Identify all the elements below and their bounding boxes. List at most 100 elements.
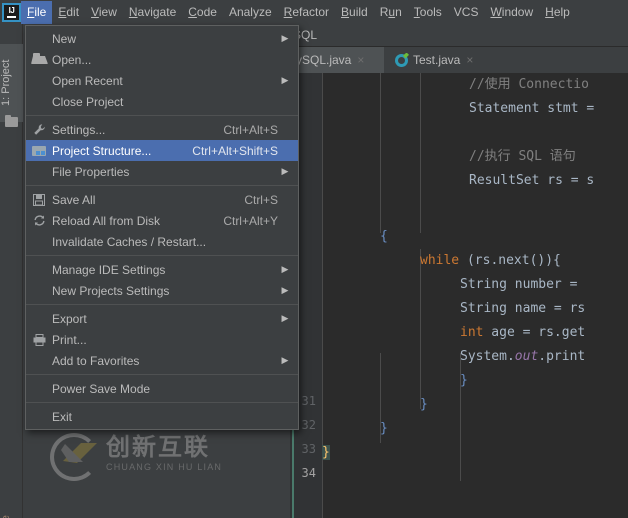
menu-separator [26, 185, 298, 186]
sql-toolwindow-strip: SQL [290, 24, 628, 47]
menu-item-manage-ide-settings-label: Manage IDE Settings [52, 262, 166, 277]
menu-item-print[interactable]: Print... [26, 329, 298, 350]
menubar-item-window[interactable]: Window [484, 1, 539, 24]
menu-item-close-project-label: Close Project [52, 94, 124, 109]
editor-tab-test[interactable]: Test.java × [388, 47, 498, 73]
chevron-right-icon: ▶ [281, 264, 289, 274]
sidebar-item-structure[interactable]: ure [0, 489, 23, 518]
menu-item-export[interactable]: Export ▶ [26, 308, 298, 329]
menu-item-settings-label: Settings... [52, 122, 106, 137]
code-line-statement: Statement stmt = [469, 101, 595, 116]
menubar-item-navigate[interactable]: Navigate [123, 1, 182, 24]
menu-item-new-projects-settings[interactable]: New Projects Settings ▶ [26, 280, 298, 301]
code-line-resultset: ResultSet rs = s [469, 173, 595, 188]
sidebar-item-project[interactable]: 1: Project [0, 44, 23, 122]
menubar: IJ File Edit View Navigate Code Analyze … [0, 0, 628, 24]
menubar-item-code[interactable]: Code [182, 1, 223, 24]
menu-item-open-recent-label: Open Recent [52, 73, 123, 88]
menu-item-reload-all-label: Reload All from Disk [52, 213, 161, 228]
menubar-item-file[interactable]: File [21, 0, 53, 24]
int-rest: age = rs.get [483, 325, 586, 340]
while-condition: (rs.next()){ [459, 253, 561, 268]
intellij-logo-icon: IJ [2, 2, 21, 22]
menu-item-new-label: New [52, 31, 77, 46]
keyword-int: int [460, 325, 484, 340]
editor-body[interactable]: 31 32 33 34 //使用 Connectio Statement stm… [290, 73, 628, 518]
editor-area: SQL MySQL.java × Test.java × 31 32 33 34 [279, 24, 628, 518]
code-line-close-3: } [380, 421, 388, 436]
close-icon[interactable]: × [466, 54, 473, 66]
menu-item-open-label: Open... [52, 52, 92, 67]
menu-item-add-to-favorites-label: Add to Favorites [52, 353, 140, 368]
menubar-item-run[interactable]: Run [374, 1, 408, 24]
editor-tabbar: MySQL.java × Test.java × [279, 47, 628, 73]
menu-item-exit-label: Exit [52, 409, 73, 424]
code-line-close-final: } [322, 441, 330, 465]
menu-item-export-label: Export [52, 311, 87, 326]
sysout-prefix: System. [460, 349, 515, 364]
menu-item-save-all-accel: Ctrl+S [244, 192, 278, 207]
menu-item-reload-all[interactable]: Reload All from Disk Ctrl+Alt+Y [26, 210, 298, 231]
menu-item-print-label: Print... [52, 332, 87, 347]
menu-item-project-structure[interactable]: Project Structure... Ctrl+Alt+Shift+S [26, 140, 298, 161]
menu-item-save-all-label: Save All [52, 192, 96, 207]
menu-item-power-save-mode-label: Power Save Mode [52, 381, 151, 396]
menu-item-settings[interactable]: Settings... Ctrl+Alt+S [26, 119, 298, 140]
chevron-right-icon: ▶ [281, 166, 289, 176]
menu-separator [26, 304, 298, 305]
menu-item-new[interactable]: New ▶ [26, 28, 298, 49]
close-icon[interactable]: × [357, 54, 364, 66]
code-line-open-brace: { [380, 229, 388, 244]
project-structure-icon [26, 145, 52, 157]
menu-item-exit[interactable]: Exit [26, 406, 298, 427]
intellij-window: My 创新互联 CHUANG XIN HU LIAN SQL MySQL.jav… [0, 0, 628, 518]
menubar-item-tools[interactable]: Tools [408, 1, 448, 24]
menu-separator [26, 255, 298, 256]
menu-item-add-to-favorites[interactable]: Add to Favorites ▶ [26, 350, 298, 371]
editor-tab-test-label: Test.java [413, 53, 461, 67]
menu-item-file-properties[interactable]: File Properties ▶ [26, 161, 298, 182]
code-line-close-2: } [420, 397, 428, 412]
menu-item-save-all[interactable]: Save All Ctrl+S [26, 189, 298, 210]
reload-icon [26, 214, 52, 227]
code-line-string-number: String number = [460, 277, 578, 292]
menu-item-invalidate-caches[interactable]: Invalidate Caches / Restart... [26, 231, 298, 252]
menu-item-reload-all-accel: Ctrl+Alt+Y [223, 213, 278, 228]
menubar-item-build[interactable]: Build [335, 1, 374, 24]
menubar-item-file-rest: ile [34, 4, 47, 19]
matched-brace: } [322, 445, 330, 460]
menubar-item-analyze[interactable]: Analyze [223, 1, 278, 24]
code-line-sysout: System.out.print [460, 345, 585, 369]
printer-icon [26, 333, 52, 346]
sysout-suffix: .print [538, 349, 586, 364]
folder-icon [5, 115, 18, 128]
menubar-item-vcs[interactable]: VCS [448, 1, 485, 24]
menu-item-open-recent[interactable]: Open Recent ▶ [26, 70, 298, 91]
menu-item-new-projects-settings-label: New Projects Settings [52, 283, 170, 298]
left-tool-strip: 1: Project ure [0, 24, 23, 518]
menubar-item-edit[interactable]: Edit [52, 1, 85, 24]
code-line-close-1: } [460, 373, 468, 388]
code-text[interactable]: //使用 Connectio Statement stmt = //执行 SQL… [322, 73, 628, 518]
menubar-item-help[interactable]: Help [539, 1, 576, 24]
menu-item-project-structure-label: Project Structure... [52, 143, 152, 158]
chevron-right-icon: ▶ [281, 313, 289, 323]
chevron-right-icon: ▶ [281, 75, 289, 85]
open-folder-icon [26, 52, 52, 64]
menu-item-settings-accel: Ctrl+Alt+S [223, 122, 278, 137]
menu-separator [26, 402, 298, 403]
menubar-item-refactor[interactable]: Refactor [278, 1, 335, 24]
menu-item-project-structure-accel: Ctrl+Alt+Shift+S [192, 143, 278, 158]
menu-item-open[interactable]: Open... [26, 49, 298, 70]
menu-item-power-save-mode[interactable]: Power Save Mode [26, 378, 298, 399]
chevron-right-icon: ▶ [281, 33, 289, 43]
menu-separator [26, 115, 298, 116]
menu-item-close-project[interactable]: Close Project [26, 91, 298, 112]
intellij-logo-label: IJ [8, 6, 15, 15]
menubar-item-view[interactable]: View [85, 1, 123, 24]
menu-item-invalidate-caches-label: Invalidate Caches / Restart... [52, 234, 207, 249]
code-line-comment-1: //使用 Connectio [469, 77, 589, 92]
file-menu-dropdown[interactable]: New ▶ Open... Open Recent ▶ Close Projec… [25, 25, 299, 430]
menu-item-manage-ide-settings[interactable]: Manage IDE Settings ▶ [26, 259, 298, 280]
menu-item-file-properties-label: File Properties [52, 164, 130, 179]
